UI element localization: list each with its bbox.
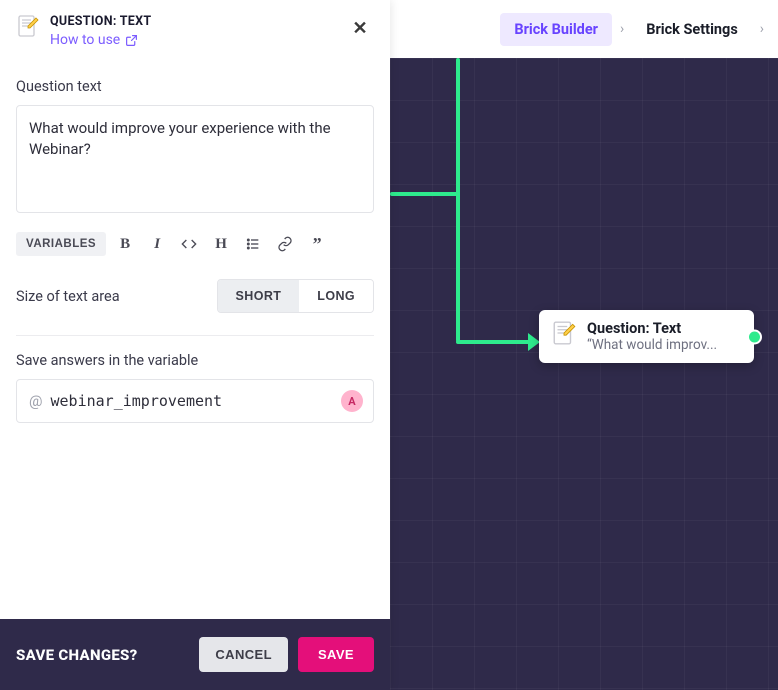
flow-node-output-port[interactable] [747,329,762,344]
close-icon[interactable]: ✕ [346,14,374,42]
flow-area: Question: Text “What would improv... [390,58,778,690]
size-segmented-control: SHORT LONG [217,279,374,313]
panel-header: QUESTION: TEXT How to use ✕ [0,0,390,60]
at-sign-icon: @ [29,392,42,410]
variables-button[interactable]: VARIABLES [16,232,106,256]
how-to-use-label: How to use [50,32,120,48]
how-to-use-link[interactable]: How to use [50,32,138,48]
size-row: Size of text area SHORT LONG [16,275,374,335]
panel-title: QUESTION: TEXT [50,14,336,29]
question-text-label: Question text [16,78,374,95]
divider [16,335,374,336]
footer-title: SAVE CHANGES? [16,646,138,664]
flow-node-subtitle: “What would improv... [587,337,717,353]
flow-node-title: Question: Text [587,320,717,337]
flow-node-question-text[interactable]: Question: Text “What would improv... [539,310,754,363]
panel-footer: SAVE CHANGES? CANCEL SAVE [0,619,390,690]
flow-edge [456,58,460,342]
note-pencil-icon [16,14,40,38]
code-icon[interactable] [176,231,202,257]
chevron-right-icon: › [760,21,764,37]
size-label: Size of text area [16,288,120,305]
variable-input[interactable] [50,392,333,410]
footer-actions: CANCEL SAVE [199,637,374,672]
panel-body: Question text VARIABLES B I H ” Size of … [0,60,390,619]
variable-input-wrap[interactable]: @ A [16,379,374,423]
question-text-input[interactable] [16,105,374,213]
breadcrumb-brick-settings[interactable]: Brick Settings [632,13,752,46]
save-button[interactable]: SAVE [298,637,374,672]
cancel-button[interactable]: CANCEL [199,637,288,672]
formatting-toolbar: VARIABLES B I H ” [16,231,374,275]
size-long-button[interactable]: LONG [299,280,373,312]
breadcrumb: Brick Builder › Brick Settings › [390,0,778,58]
header-text: QUESTION: TEXT How to use [50,14,336,48]
settings-panel: QUESTION: TEXT How to use ✕ Question tex… [0,0,390,690]
italic-icon[interactable]: I [144,231,170,257]
variable-type-badge: A [341,390,363,412]
note-pencil-icon [551,320,577,346]
breadcrumb-brick-builder[interactable]: Brick Builder [500,13,612,46]
quote-icon[interactable]: ” [304,231,330,257]
bold-icon[interactable]: B [112,231,138,257]
link-icon[interactable] [272,231,298,257]
variable-label: Save answers in the variable [16,352,374,369]
flow-edge [390,192,460,196]
heading-icon[interactable]: H [208,231,234,257]
list-icon[interactable] [240,231,266,257]
chevron-right-icon: › [620,21,624,37]
size-short-button[interactable]: SHORT [218,280,300,312]
flow-node-text: Question: Text “What would improv... [587,320,717,353]
flow-edge [456,340,538,344]
flow-canvas[interactable]: Brick Builder › Brick Settings › Questio… [390,0,778,690]
external-link-icon [125,34,138,47]
